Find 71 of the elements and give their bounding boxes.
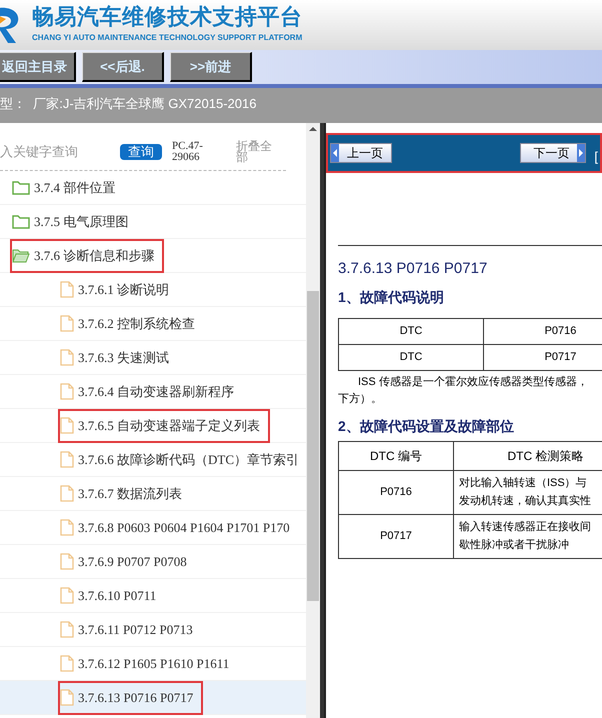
tree-item-label: 3.7.6.5 自动变速器端子定义列表	[78, 416, 260, 435]
file-icon	[60, 553, 74, 570]
bracket-text: [	[594, 148, 598, 166]
tree-item[interactable]: 3.7.4 部件位置	[0, 171, 306, 205]
nav-button[interactable]: 返回主目录	[0, 52, 76, 82]
file-icon	[60, 383, 74, 400]
section-heading: 1、故障代码说明	[338, 288, 445, 306]
tree-item-label: 3.7.6.12 P1605 P1610 P1611	[78, 654, 230, 673]
tree-item[interactable]: 3.7.5 电气原理图	[0, 205, 306, 239]
tree-item[interactable]: 3.7.6.2 控制系统检查	[0, 307, 306, 341]
file-icon	[60, 281, 74, 298]
tree-item[interactable]: 3.7.6.9 P0707 P0708	[0, 545, 306, 579]
tree-item[interactable]: 3.7.6.10 P0711	[0, 579, 306, 613]
tree-item-label: 3.7.6.13 P0716 P0717	[78, 688, 194, 707]
table-header-cell: DTC 编号	[338, 441, 454, 470]
tree-item-label: 3.7.6.3 失速测试	[78, 348, 169, 367]
table-cell: DTC	[338, 344, 484, 370]
nav-button[interactable]: >>前进	[170, 52, 252, 82]
tree-item[interactable]: 3.7.6.13 P0716 P0717	[0, 681, 306, 715]
table-cell: P0716	[338, 470, 454, 514]
nav-button[interactable]: <<后退.	[82, 52, 164, 82]
next-page-button[interactable]: 下一页	[520, 143, 586, 163]
tree-item[interactable]: 3.7.6.8 P0603 P0604 P1604 P1701 P170	[0, 511, 306, 545]
scrollbar[interactable]	[306, 123, 320, 718]
tree-item-label: 3.7.6.2 控制系统检查	[78, 314, 195, 333]
previous-page-button[interactable]: 上一页	[330, 143, 392, 163]
file-icon	[60, 689, 74, 706]
file-icon	[60, 655, 74, 672]
tree-item-label: 3.7.6 诊断信息和步骤	[34, 246, 154, 265]
tree-item[interactable]: 3.7.6 诊断信息和步骤	[0, 239, 306, 273]
file-icon	[60, 451, 74, 468]
section-heading: 2、故障代码设置及故障部位	[338, 416, 515, 436]
tree-item-label: 3.7.6.10 P0711	[78, 586, 156, 605]
table-cell: P0717	[338, 514, 454, 558]
file-icon	[60, 485, 74, 502]
search-button[interactable]: 查询	[120, 144, 162, 160]
file-icon	[60, 417, 74, 434]
document-title: 3.7.6.13 P0716 P0717	[338, 259, 488, 279]
tree-item-label: 3.7.6.9 P0707 P0708	[78, 552, 187, 571]
folder-icon	[12, 180, 30, 195]
tree-item-label: 3.7.6.11 P0712 P0713	[78, 620, 193, 639]
file-icon	[60, 349, 74, 366]
open-folder-icon	[12, 248, 30, 263]
tree-item[interactable]: 3.7.6.11 P0712 P0713	[0, 613, 306, 647]
search-field[interactable]: 入关键字查询	[0, 142, 112, 162]
tree-item[interactable]: 3.7.6.4 自动变速器刷新程序	[0, 375, 306, 409]
tree-item[interactable]: 3.7.6.1 诊断说明	[0, 273, 306, 307]
description-paragraph: ISS 传感器是一个霍尔效应传感器类型传感器， 下方）。	[338, 374, 589, 406]
tree-item-label: 3.7.4 部件位置	[34, 178, 116, 197]
file-icon	[60, 315, 74, 332]
tree-item-label: 3.7.6.1 诊断说明	[78, 280, 169, 299]
table-cell: DTC	[338, 318, 484, 344]
tree-item[interactable]: 3.7.6.7 数据流列表	[0, 477, 306, 511]
platform-subtitle: CHANG YI AUTO MAINTENANCE TECHNOLOGY SUPPORT PLATFORM	[32, 32, 303, 44]
table-header-cell: DTC 检测策略	[454, 441, 602, 470]
table-cell: P0716	[484, 318, 602, 344]
code-text: PC.47-29066	[172, 140, 204, 162]
tree-item[interactable]: 3.7.6.6 故障诊断代码（DTC）章节索引	[0, 443, 306, 477]
tree-item[interactable]: 3.7.6.3 失速测试	[0, 341, 306, 375]
tree-item[interactable]: 3.7.6.5 自动变速器端子定义列表	[0, 409, 306, 443]
tree-item-label: 3.7.6.6 故障诊断代码（DTC）章节索引	[78, 450, 299, 469]
platform-title: 畅易汽车维修技术支持平台	[32, 6, 303, 28]
tree-item-label: 3.7.6.8 P0603 P0604 P1604 P1701 P170	[78, 518, 290, 537]
file-icon	[60, 621, 74, 638]
tree-item-label: 3.7.6.4 自动变速器刷新程序	[78, 382, 234, 401]
folder-icon	[12, 214, 30, 229]
tree-item-label: 3.7.6.7 数据流列表	[78, 484, 182, 503]
tree-item-label: 3.7.5 电气原理图	[34, 212, 128, 231]
file-icon	[60, 519, 74, 536]
file-icon	[60, 587, 74, 604]
vehicle-model-text: 型： 厂家:J-吉利汽车全球鹰 GX72015-2016	[0, 96, 256, 111]
